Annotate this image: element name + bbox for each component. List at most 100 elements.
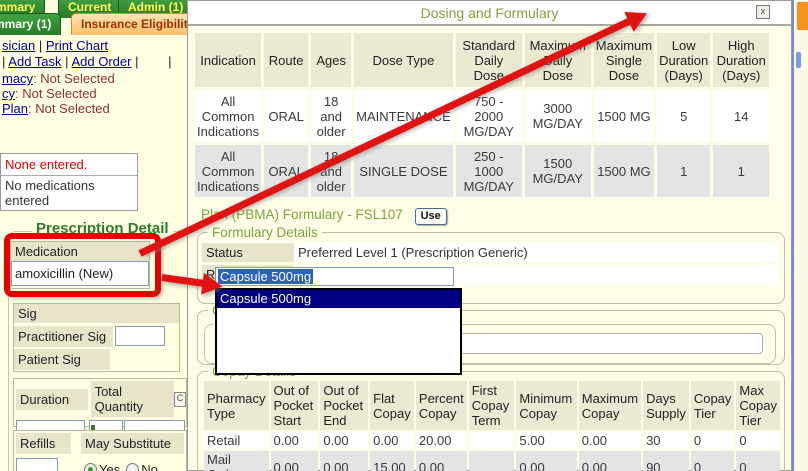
use-button[interactable]: Use	[415, 208, 447, 225]
total-quantity-header: Total Quantity	[91, 381, 175, 417]
plan-link[interactable]: Plan	[2, 101, 28, 116]
right-page-strip	[792, 0, 808, 471]
dose-cell: All Common Indications	[195, 145, 261, 197]
copay-cell: 0	[691, 451, 735, 471]
combobox-selected-text: Capsule 500mg	[218, 269, 313, 284]
plan-status: : Not Selected	[28, 101, 110, 116]
separator: |	[135, 54, 138, 69]
dose-col-header: Low Duration (Days)	[657, 33, 710, 87]
add-order-link[interactable]: Add Order	[71, 54, 131, 69]
may-substitute-no[interactable]: No	[126, 462, 158, 471]
copay-row-retail: Retail0.000.000.0020.005.000.003000	[204, 432, 780, 449]
practitioner-sig-label: Practitioner Sig	[14, 326, 113, 347]
no-radio-icon[interactable]	[126, 463, 139, 471]
copay-col-header: Pharmacy Type	[204, 381, 269, 430]
separator: |	[2, 54, 5, 69]
dose-cell: 1500 MG/DAY	[525, 145, 591, 197]
copay-table: Pharmacy TypeOut of Pocket StartOut of P…	[202, 379, 782, 471]
dose-cell: 1	[657, 145, 710, 197]
status-value: Preferred Level 1 (Prescription Generic)	[294, 243, 778, 262]
copay-cell: 20.00	[416, 432, 467, 449]
tab-insurance-eligibility[interactable]: Insurance Eligibility	[71, 13, 204, 35]
dose-form-combobox[interactable]: Capsule 500mg	[215, 267, 454, 286]
pharmacy-link[interactable]: macy	[2, 71, 33, 86]
copay-cell: 0.00	[271, 432, 319, 449]
copay-cell: 0.00	[579, 451, 641, 471]
print-chart-link[interactable]: Print Chart	[46, 38, 108, 53]
copay-cell: 5.00	[516, 432, 576, 449]
copay-details-fieldset: Copay Details Pharmacy TypeOut of Pocket…	[197, 364, 785, 471]
plan-line: Plan: Not Selected	[2, 101, 110, 116]
dose-col-header: Ages	[311, 33, 351, 87]
sig-group: Sig Practitioner Sig Patient Sig	[13, 303, 180, 372]
allergy-notice: None entered.	[1, 154, 137, 176]
dose-cell: 18 and older	[311, 90, 351, 142]
dose-row-maintenance: All Common IndicationsORAL18 and olderMA…	[195, 90, 769, 142]
tab-summary[interactable]: mmary (1)	[0, 13, 61, 35]
agency-link[interactable]: cy	[2, 86, 15, 101]
right-orange-tab-fragment	[797, 2, 808, 30]
copay-cell: 0.00	[271, 451, 319, 471]
separator: |	[39, 38, 42, 53]
dose-cell: All Common Indications	[195, 90, 261, 142]
dose-cell: ORAL	[264, 90, 308, 142]
dose-col-header: Dose Type	[354, 33, 453, 87]
agency-line: cy: Not Selected	[2, 86, 97, 101]
dosing-formulary-dialog: Dosing and Formulary x IndicationRouteAg…	[187, 0, 792, 471]
medication-highlight-box	[4, 233, 161, 297]
copay-cell: Mail Order	[204, 451, 269, 471]
add-task-link[interactable]: Add Task	[8, 54, 61, 69]
refills-input[interactable]	[16, 458, 58, 471]
formulary-details-legend: Formulary Details	[208, 225, 322, 240]
copay-cell: 0.00	[370, 432, 414, 449]
copay-cell: 0	[691, 432, 735, 449]
yes-label: Yes	[99, 462, 120, 471]
copay-cell: 0.00	[516, 451, 576, 471]
copay-col-header: Out of Pocket Start	[271, 381, 319, 430]
copay-col-header: First Copay Term	[469, 381, 515, 430]
separator: |	[168, 54, 171, 69]
dose-cell: 14	[713, 90, 769, 142]
refills-group: Refills May Substitute Yes No	[13, 430, 187, 471]
copay-col-header: Minimum Copay	[516, 381, 576, 430]
physician-link[interactable]: sician	[2, 38, 35, 53]
copay-cell: 0	[736, 432, 780, 449]
practitioner-sig-input[interactable]	[115, 326, 165, 346]
dose-cell: 1	[713, 145, 769, 197]
dose-table: IndicationRouteAgesDose TypeStandard Dai…	[192, 30, 772, 200]
dose-col-header: High Duration (Days)	[713, 33, 769, 87]
copay-cell: Retail	[204, 432, 269, 449]
copay-col-header: Copay Tier	[691, 381, 735, 430]
agency-status: : Not Selected	[15, 86, 97, 101]
quantity-group: Duration Total Quantity C	[13, 378, 187, 427]
dropdown-option[interactable]: Capsule 500mg	[217, 290, 460, 308]
dose-cell: 5	[657, 90, 710, 142]
copay-cell: 0.00	[320, 432, 368, 449]
refills-header: Refills	[16, 433, 71, 454]
dose-col-header: Route	[264, 33, 308, 87]
dose-cell: SINGLE DOSE	[354, 145, 453, 197]
notices-box: None entered. No medications entered	[0, 153, 138, 211]
dialog-title: Dosing and Formulary	[421, 5, 559, 21]
patient-sig-label: Patient Sig	[14, 349, 110, 370]
copay-cell: 0.00	[579, 432, 641, 449]
sig-header: Sig	[14, 304, 179, 323]
status-label: Status	[202, 243, 294, 262]
copay-cell: 15.00	[370, 451, 414, 471]
dose-form-dropdown-list: Capsule 500mg	[215, 288, 462, 375]
copay-cell: 0.00	[416, 451, 467, 471]
dose-col-header: Maximum Single Dose	[594, 33, 654, 87]
may-substitute-yes[interactable]: Yes	[84, 462, 120, 471]
dose-cell: 3000 MG/DAY	[525, 90, 591, 142]
dose-cell: 250 - 1000 MG/DAY	[456, 145, 522, 197]
may-substitute-header: May Substitute	[81, 433, 184, 454]
copay-cell: 90	[643, 451, 689, 471]
scrollbar-thumb[interactable]	[796, 52, 801, 68]
quantity-calculator-icon[interactable]: C	[174, 392, 186, 407]
task-links-line: | Add Task | Add Order | |	[2, 54, 171, 69]
copay-col-header: Percent Copay	[416, 381, 467, 430]
copay-col-header: Max Copay Tier	[736, 381, 780, 430]
copay-col-header: Out of Pocket End	[320, 381, 368, 430]
close-icon[interactable]: x	[756, 5, 770, 19]
yes-radio-icon[interactable]	[84, 463, 97, 471]
